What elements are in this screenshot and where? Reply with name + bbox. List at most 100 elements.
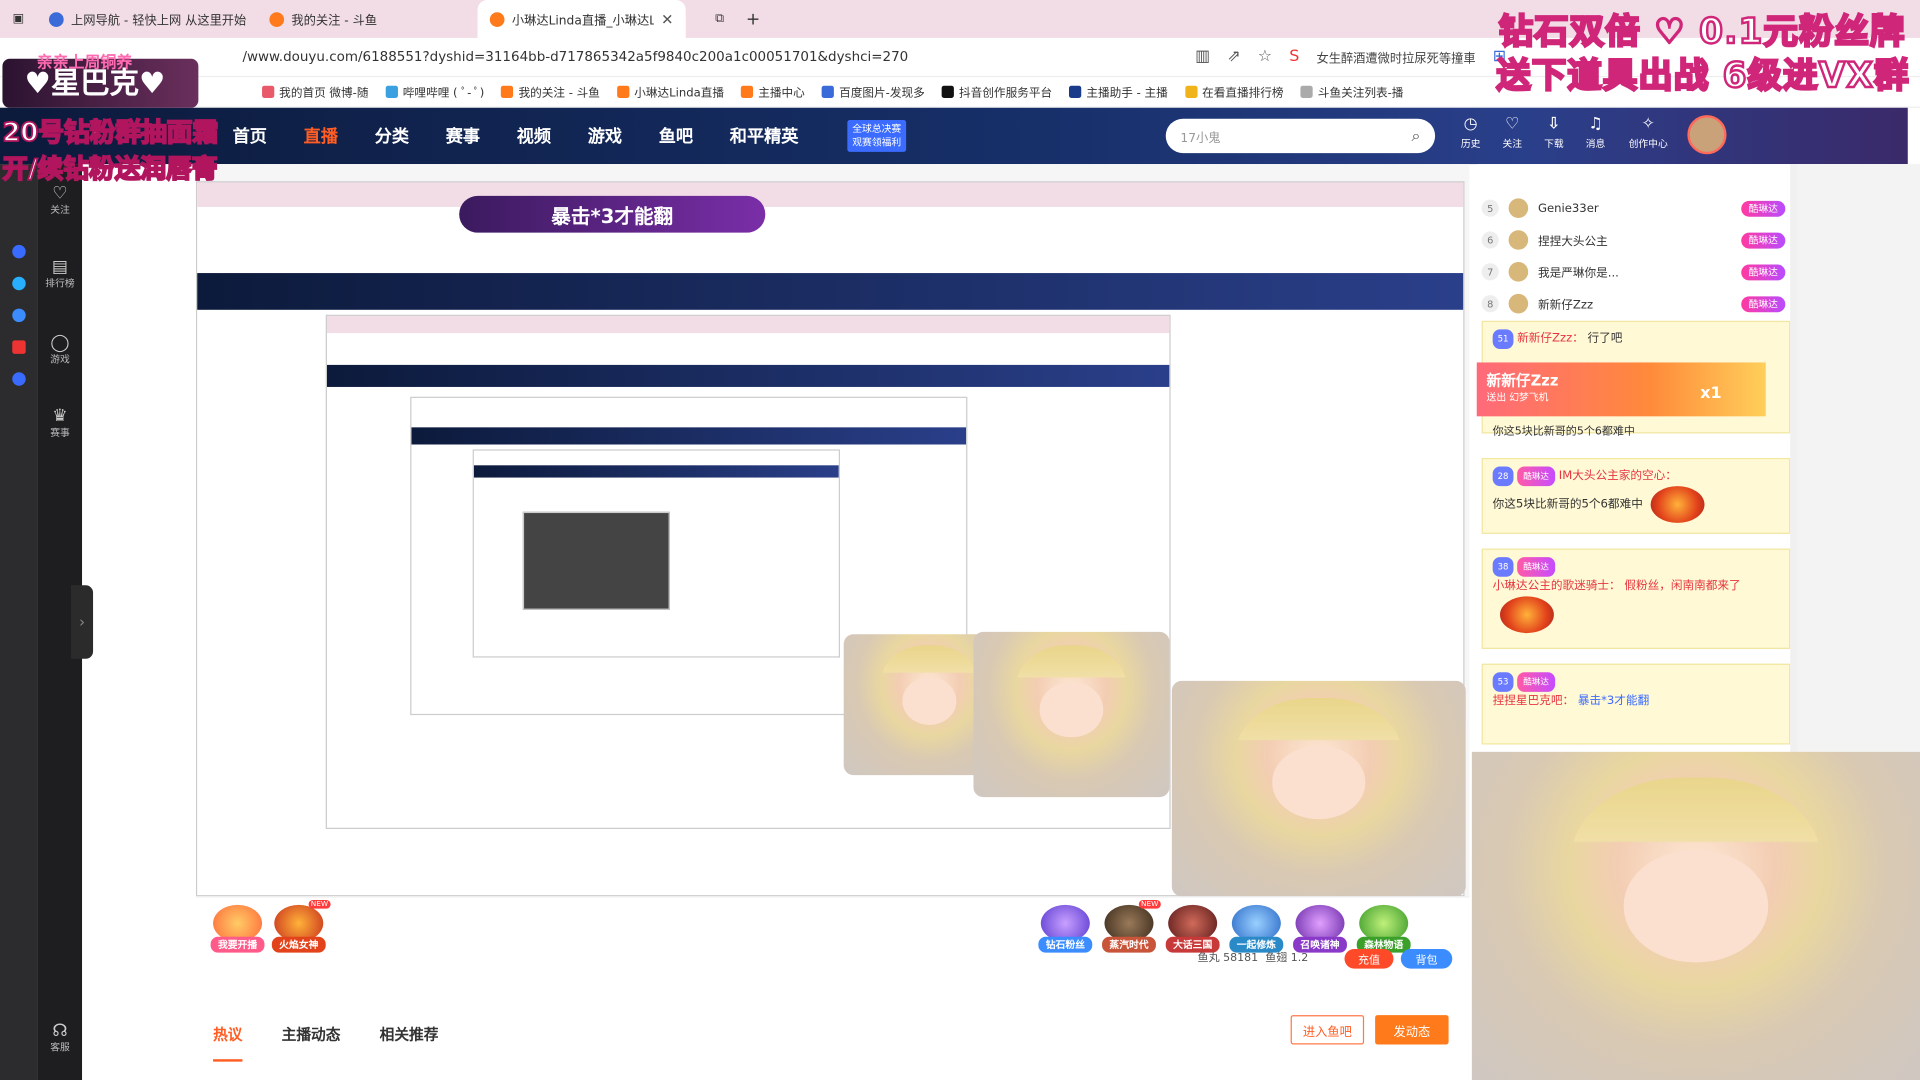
nav-yuba[interactable]: 鱼吧 [659, 124, 693, 148]
flame-icon [1650, 486, 1705, 523]
promo-badge[interactable]: 全球总决赛 观赛领福利 [847, 120, 907, 152]
sidebar-item-rank[interactable]: ▤ 排行榜 [38, 257, 82, 290]
creator-button[interactable]: ✧ 创作中心 [1624, 115, 1673, 154]
enter-fishbar-button[interactable]: 进入鱼吧 [1290, 1015, 1365, 1045]
avatar [1508, 262, 1529, 282]
crit-banner: 暴击*3才能翻 [459, 195, 766, 233]
chat-scrollbar[interactable] [1790, 164, 1798, 752]
app-icon-1[interactable] [12, 244, 26, 259]
bookmark[interactable]: 主播助手 - 主播 [1069, 83, 1168, 100]
search-engine-icon[interactable]: S [1289, 48, 1299, 66]
chat-message: 38 酷琳达 小琳达公主的歌迷骑士： 假粉丝，闲南南都来了 [1481, 548, 1791, 649]
bookmark[interactable]: 主播中心 [741, 83, 805, 100]
tab-hot[interactable]: 热议 [213, 1023, 243, 1062]
follow-button[interactable]: ♡ 关注 [1499, 115, 1526, 154]
overlay-small: 亲亲上周铜养 [36, 53, 133, 73]
bookmark[interactable]: 百度图片-发现多 [821, 83, 925, 100]
bookmark[interactable]: 我的关注 - 斗鱼 [501, 83, 600, 100]
tab-2[interactable]: 我的关注 - 斗鱼 [257, 0, 477, 38]
douyu-icon [269, 11, 285, 27]
nav-esports[interactable]: 赛事 [446, 124, 480, 148]
rank-row[interactable]: 7 我是严琳你是... 酷琳达 [1481, 257, 1786, 286]
nav-live[interactable]: 直播 [304, 124, 338, 148]
history-button[interactable]: ◷ 历史 [1457, 115, 1484, 154]
bookmark[interactable]: 小琳达Linda直播 [617, 83, 724, 100]
search-input[interactable]: 17小鬼 ⌕ [1165, 118, 1436, 154]
star-icon[interactable]: ☆ [1258, 48, 1272, 66]
gift-forest-tale[interactable]: 森林物语 [1356, 904, 1411, 953]
overlay-event-1: 20号钻粉群抽面霜 [2, 117, 220, 148]
chat-user[interactable]: 捏捏星巴克吧： [1493, 694, 1574, 707]
app-icon-3[interactable] [12, 308, 26, 323]
app-icon-5[interactable] [12, 372, 26, 386]
bag-button[interactable]: 背包 [1400, 948, 1453, 969]
sidebar-toggle[interactable]: › [71, 585, 94, 659]
rank-row[interactable]: 5 Genie33er 酷琳达 [1481, 193, 1786, 222]
chat-message: 53 酷琳达 捏捏星巴克吧： 暴击*3才能翻 [1481, 663, 1791, 745]
fan-badge: 酷琳达 [1741, 200, 1786, 217]
bookmark[interactable]: 抖音创作服务平台 [941, 83, 1052, 100]
rank-row[interactable]: 6 捏捏大头公主 酷琳达 [1481, 225, 1786, 254]
share-icon[interactable]: ⇗ [1227, 48, 1240, 66]
nav-category[interactable]: 分类 [375, 124, 409, 148]
chat-user[interactable]: IM大头公主家的空心： [1559, 469, 1677, 482]
currency-status: 鱼丸 58181 鱼翅 1.2 [1198, 949, 1309, 965]
gift-bar: 我要开播 火焰女神 NEW 钻石粉丝 蒸汽时代 NEW 大话三国 一起修炼 召唤诸神… [195, 896, 1470, 980]
search-icon[interactable]: ⌕ [1412, 127, 1421, 145]
reader-icon[interactable]: ▥ [1195, 48, 1210, 66]
bookmark[interactable]: 哔哩哔哩 ( ﾟ- ﾟ) [385, 83, 484, 100]
rank-row[interactable]: 8 新新仔Zzz 酷琳达 [1481, 289, 1786, 318]
sidebar-item-esports[interactable]: ♛ 赛事 [38, 407, 82, 440]
gift-cultivate[interactable]: 一起修炼 [1229, 904, 1284, 953]
app-icon-4[interactable] [12, 340, 26, 354]
avatar [1508, 293, 1529, 314]
tab-1[interactable]: 上网导航 - 轻快上网 从这里开始 [37, 0, 257, 38]
gift-flame-goddess[interactable]: 火焰女神 NEW [271, 900, 331, 953]
bookmark-icon [262, 85, 275, 98]
close-tab-icon[interactable]: ✕ [661, 10, 673, 27]
messages-button[interactable]: ♫ 消息 [1582, 115, 1609, 154]
avatar[interactable] [1687, 115, 1727, 155]
fan-badge: 酷琳达 [1741, 295, 1786, 312]
nav-pubg[interactable]: 和平精英 [730, 124, 799, 148]
chat-user[interactable]: 新新仔Zzz： [1517, 332, 1584, 345]
gift-sender: 新新仔Zzz [1486, 372, 1559, 390]
sidebar-item-service[interactable]: ☊ 客服 [38, 1021, 82, 1054]
tab-list-icon[interactable]: ⧉ [715, 12, 724, 25]
content-tabs: 热议 主播动态 相关推荐 [195, 1001, 1470, 1066]
bookmark[interactable]: 在看直播排行榜 [1184, 83, 1284, 100]
post-button[interactable]: 发动态 [1375, 1015, 1449, 1045]
search-hint[interactable]: 女生醉酒遭微时拉尿死等撞車 [1316, 48, 1475, 66]
download-button[interactable]: ⇩ 下载 [1540, 115, 1567, 154]
bookmark[interactable]: 斗鱼关注列表-播 [1300, 83, 1403, 100]
chat-user[interactable]: 小琳达公主的歌迷骑士： [1493, 579, 1621, 592]
nav-games[interactable]: 游戏 [588, 124, 622, 148]
fan-badge: 酷琳达 [1517, 672, 1556, 692]
app-icon-2[interactable] [12, 276, 26, 291]
flame-icon [1500, 596, 1554, 634]
gift-diamond-fan[interactable]: 钻石粉丝 [1038, 904, 1093, 953]
gift-three-kingdoms[interactable]: 大话三国 [1165, 904, 1220, 953]
chat-text: 行了吧 [1587, 331, 1623, 346]
chat-text: 你这5块比新哥的5个6都难中 [1492, 497, 1643, 512]
bookmark[interactable]: 我的首页 微博-随 [262, 83, 369, 100]
sidebar-item-games[interactable]: ◯ 游戏 [38, 333, 82, 366]
nav-home[interactable]: 首页 [233, 124, 267, 148]
gift-summon-gods[interactable]: 召唤诸神 [1293, 904, 1347, 953]
tab-3-active[interactable]: 小琳达Linda直播_小琳达Linda ✕ [477, 0, 686, 38]
charge-button[interactable]: 充值 [1344, 948, 1394, 969]
gift-go-live[interactable]: 我要开播 [210, 904, 265, 953]
heart-icon: ♡ [1505, 115, 1520, 134]
gift-steam-age[interactable]: 蒸汽时代 NEW [1102, 900, 1161, 953]
tab-recommend[interactable]: 相关推荐 [380, 1023, 439, 1044]
url-field[interactable]: /www.douyu.com/6188551?dyshid=31164bb-d7… [242, 49, 1195, 65]
trophy-icon: ♛ [52, 406, 68, 427]
sidebar-item-follow[interactable]: ♡ 关注 [38, 184, 82, 217]
nav-video[interactable]: 视频 [517, 124, 551, 148]
window-icon[interactable]: ▣ [0, 12, 37, 25]
fan-badge: 酷琳达 [1517, 466, 1556, 487]
header-icons: ◷ 历史 ♡ 关注 ⇩ 下载 ♫ 消息 ✧ 创作中心 [1457, 115, 1727, 155]
tab-anchor-posts[interactable]: 主播动态 [282, 1023, 341, 1044]
new-tab-icon[interactable]: + [746, 9, 760, 29]
stream-video[interactable]: 暴击*3才能翻 [195, 164, 1470, 897]
